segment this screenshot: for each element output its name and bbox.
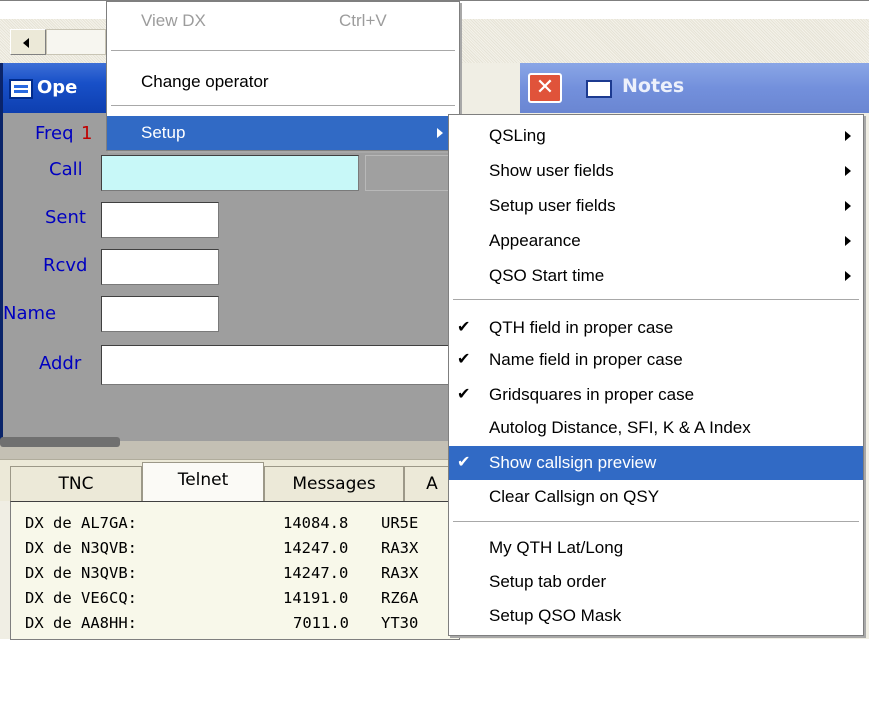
list-item[interactable]: DX de N3QVB: 14247.0 RA3X [25, 539, 418, 559]
close-icon[interactable]: ✕ [528, 73, 562, 103]
name-input[interactable] [101, 296, 219, 332]
menu-item-qso-start-time[interactable]: QSO Start time [449, 259, 863, 293]
menu-item-clear-callsign-on-qsy[interactable]: Clear Callsign on QSY [449, 480, 863, 514]
spot-de: DX de VE6CQ: [25, 589, 137, 607]
list-item[interactable]: DX de AL7GA: 14084.8 UR5E [25, 514, 418, 534]
menu-item-setup-qso-mask[interactable]: Setup QSO Mask [449, 599, 863, 633]
submenu-arrow-icon [845, 166, 851, 176]
menu-item-setup[interactable]: Setup [107, 116, 459, 150]
submenu-arrow-icon [845, 236, 851, 246]
menu-item-change-operator[interactable]: Change operator [107, 65, 459, 99]
spot-de: DX de N3QVB: [25, 539, 137, 557]
list-item[interactable]: DX de AA8HH: 7011.0 YT30 [25, 614, 418, 634]
menu-separator [111, 105, 455, 106]
desktop: Ope Freq 1 Call Sent Rcvd Name Addr ✕ No… [0, 0, 869, 640]
submenu-arrow-icon [845, 131, 851, 141]
menu-separator [453, 521, 859, 522]
window-icon [9, 79, 33, 99]
sent-input[interactable] [101, 202, 219, 238]
submenu-arrow-icon [845, 271, 851, 281]
spot-de: DX de N3QVB: [25, 564, 137, 582]
menu-item-name-proper-case[interactable]: ✔ Name field in proper case [449, 343, 863, 377]
scrollbar-track[interactable] [46, 29, 106, 55]
menu-item-qsling[interactable]: QSLing [449, 119, 863, 153]
call-label: Call [49, 159, 83, 180]
addr-input[interactable] [101, 345, 460, 385]
checkmark-icon: ✔ [457, 351, 471, 368]
tab-telnet[interactable]: Telnet [142, 462, 264, 502]
menu-item-autolog-distance[interactable]: Autolog Distance, SFI, K & A Index [449, 411, 863, 445]
menu-item-view-dx[interactable]: View DX Ctrl+V [107, 4, 459, 38]
telnet-tabs: TNC Telnet Messages A [0, 459, 460, 502]
menu-item-setup-tab-order[interactable]: Setup tab order [449, 565, 863, 599]
spot-freq: 7011.0 [293, 614, 349, 632]
menu-item-appearance[interactable]: Appearance [449, 224, 863, 258]
name-label: Name [3, 303, 57, 324]
spot-call: RA3X [381, 539, 419, 557]
list-item[interactable]: DX de N3QVB: 14247.0 RA3X [25, 564, 418, 584]
menu-item-setup-user-fields[interactable]: Setup user fields [449, 189, 863, 223]
menu-item-show-callsign-preview[interactable]: ✔ Show callsign preview [449, 446, 863, 480]
list-item[interactable]: DX de VE6CQ: 14191.0 RZ6A [25, 589, 418, 609]
setup-submenu: QSLing Show user fields Setup user field… [448, 114, 864, 636]
main-menu: View DX Ctrl+V Change operator Setup [106, 1, 460, 151]
spot-de: DX de AA8HH: [25, 614, 137, 632]
spot-call: RZ6A [381, 589, 419, 607]
menu-item-gridsquares-proper-case[interactable]: ✔ Gridsquares in proper case [449, 378, 863, 412]
submenu-arrow-icon [437, 128, 443, 138]
spot-freq: 14247.0 [283, 539, 349, 557]
notes-window-titlebar[interactable]: ✕ Notes [520, 63, 869, 113]
checkmark-icon: ✔ [457, 454, 471, 471]
scroll-left-button[interactable] [10, 29, 46, 55]
menu-item-my-qth-lat-long[interactable]: My QTH Lat/Long [449, 531, 863, 565]
spot-call: RA3X [381, 564, 419, 582]
tab-tnc[interactable]: TNC [10, 466, 142, 502]
rcvd-label: Rcvd [43, 255, 88, 276]
notes-window-icon [586, 80, 612, 98]
freq-value: 1 [81, 123, 93, 144]
dx-spot-list[interactable]: DX de AL7GA: 14084.8 UR5E DX de N3QVB: 1… [10, 501, 460, 640]
spot-de: DX de AL7GA: [25, 514, 137, 532]
spot-call: UR5E [381, 514, 419, 532]
spot-freq: 14247.0 [283, 564, 349, 582]
checkmark-icon: ✔ [457, 386, 471, 403]
window-title: Ope [37, 77, 78, 98]
menu-item-show-user-fields[interactable]: Show user fields [449, 154, 863, 188]
operator-form: Freq 1 Call Sent Rcvd Name Addr [3, 113, 460, 441]
freq-label: Freq [35, 123, 74, 144]
shortcut-label: Ctrl+V [339, 11, 387, 30]
menu-separator [453, 299, 859, 300]
submenu-arrow-icon [845, 201, 851, 211]
spot-freq: 14191.0 [283, 589, 349, 607]
menu-item-qth-proper-case[interactable]: ✔ QTH field in proper case [449, 311, 863, 345]
call-info-field [365, 155, 460, 191]
checkmark-icon: ✔ [457, 319, 471, 336]
telnet-window-titlebar[interactable] [0, 437, 460, 459]
arrow-left-icon [23, 38, 29, 48]
notes-window-title: Notes [622, 75, 685, 97]
rcvd-input[interactable] [101, 249, 219, 285]
addr-label: Addr [39, 353, 82, 374]
tab-messages[interactable]: Messages [264, 466, 404, 502]
call-input[interactable] [101, 155, 359, 191]
spot-call: YT30 [381, 614, 419, 632]
sent-label: Sent [45, 207, 86, 228]
spot-freq: 14084.8 [283, 514, 349, 532]
menu-separator [111, 50, 455, 51]
